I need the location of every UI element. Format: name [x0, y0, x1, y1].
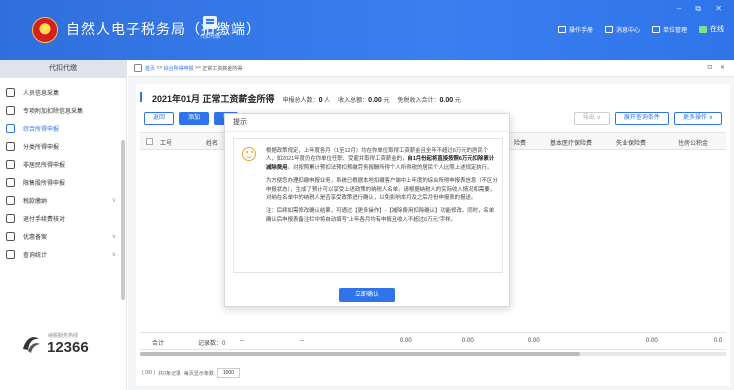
sidebar-item-comprehensive-income[interactable]: 综合所得申报: [0, 120, 124, 137]
sidebar-item-personnel[interactable]: 人员信息采集: [0, 84, 124, 101]
col-name[interactable]: 姓名: [206, 138, 218, 147]
select-all-checkbox[interactable]: [146, 138, 153, 145]
app-title: 自然人电子税务局（扣缴端）: [66, 21, 261, 37]
col-medical-insurance[interactable]: 基本医疗保险费: [550, 138, 592, 147]
more-actions-button[interactable]: 更多操作 ∨: [673, 112, 722, 125]
bar-chart-icon: [6, 178, 15, 187]
message-center-link[interactable]: 消息中心: [604, 25, 640, 34]
proxy-withholding-icon[interactable]: [203, 16, 217, 29]
totals-row: 合计 记录数：0 -- -- 0.00 0.00 0.00 0.00 0.0: [140, 332, 726, 350]
chevron-down-icon: ∨: [111, 198, 116, 204]
online-status: 在线: [699, 24, 724, 34]
tax-emblem-logo: ★: [32, 17, 58, 43]
title-row: 2021年01月 正常工资薪金所得 申报总人数：0 人 收入总额：0.00 元 …: [140, 92, 461, 105]
grid-icon: [6, 106, 15, 115]
toolbar-right: 导出 ∨ 展开查询条件 更多操作 ∨: [573, 112, 722, 125]
col-employee-id[interactable]: 工号: [160, 138, 172, 147]
col-unemployment-insurance[interactable]: 失业保险费: [616, 138, 646, 147]
proxy-withholding-label[interactable]: 代扣代缴: [200, 33, 220, 40]
sidebar-item-nonresident-income[interactable]: 非居民所得申报: [0, 156, 124, 173]
page-size-select[interactable]: 1000: [216, 368, 240, 378]
person-icon: [6, 88, 15, 97]
file-icon: [6, 232, 15, 241]
col-insurance[interactable]: 险费: [514, 138, 526, 147]
sidebar-item-refund-fee[interactable]: 退付手续费核对: [0, 210, 124, 227]
scrollbar-thumb[interactable]: [140, 352, 580, 356]
col-housing-fund[interactable]: 住房公积金: [678, 138, 708, 147]
title-accent: [140, 92, 142, 102]
clock-icon: [6, 142, 15, 151]
top-nav: 操作手册 消息中心 单位管理 在线: [557, 24, 724, 34]
exempt-total: 免税收入合计：0.00 元: [397, 97, 461, 104]
totals-label: 合计: [152, 341, 165, 347]
breadcrumb-current: 正常工资薪金所得: [202, 65, 243, 72]
expand-filter-button[interactable]: 展开查询条件: [614, 112, 669, 125]
dialog-body: 根据政策规定，上年度各月（1至12月）均在你单位取得工资薪金且全年不超过6万元的…: [233, 138, 503, 273]
add-button[interactable]: 添加: [179, 112, 210, 125]
document-icon: [6, 214, 15, 223]
horizontal-scrollbar[interactable]: [140, 352, 726, 356]
search-icon: [6, 250, 15, 259]
dialog-text: 根据政策规定，上年度各月（1至12月）均在你单位取得工资薪金且全年不超过6万元的…: [266, 148, 498, 223]
sidebar-item-tax-payment[interactable]: 税款缴纳 ∨: [0, 192, 124, 209]
income-total: 收入总额：0.00 元: [338, 97, 390, 104]
building-icon: [651, 25, 660, 33]
sidebar-item-classified-income[interactable]: 分类所得申报: [0, 138, 124, 155]
breadcrumb: 首页 >> 综合所得申报 >> 正常工资薪金所得 ⊡ ✕: [128, 60, 734, 77]
pager: ( 0/0 ) 共0条记录 每页显示条数 1000: [142, 368, 240, 378]
book-icon: [557, 25, 566, 33]
window-controls[interactable]: – ⧉ ✕: [677, 4, 728, 14]
sidebar-item-query-stats[interactable]: 查询统计 ∨: [0, 246, 124, 263]
hotline-caption: 纳税服务热线: [48, 333, 79, 339]
sidebar-item-special-deduction[interactable]: 专项附加扣除信息采集: [0, 102, 124, 119]
user-outline-icon: [6, 160, 15, 169]
layers-icon: [6, 124, 15, 133]
chevron-down-icon: ∨: [111, 252, 116, 258]
manual-link[interactable]: 操作手册: [557, 25, 593, 34]
sidebar-heading: 代扣代缴: [0, 60, 126, 78]
tab-controls[interactable]: ⊡ ✕: [707, 64, 728, 71]
sidebar-scrollbar[interactable]: [121, 140, 125, 300]
app-header: ★ 自然人电子税务局（扣缴端） 代扣代缴 – ⧉ ✕ 操作手册 消息中心 单位管…: [0, 0, 734, 60]
record-count: 记录数：0: [198, 341, 226, 347]
dialog-title: 提示: [225, 114, 509, 132]
breadcrumb-comprehensive[interactable]: 综合所得申报: [164, 65, 194, 72]
home-icon[interactable]: [134, 64, 142, 72]
unit-management-link[interactable]: 单位管理: [651, 25, 687, 34]
breadcrumb-home[interactable]: 首页: [145, 65, 155, 72]
online-icon: [699, 25, 707, 33]
mail-icon: [604, 25, 613, 33]
hotline-mark-icon: [23, 337, 40, 353]
notice-dialog: 提示 根据政策规定，上年度各月（1至12月）均在你单位取得工资薪金且全年不超过6…: [224, 113, 510, 307]
sidebar-item-preferential-filing[interactable]: 优惠备案 ∨: [0, 228, 124, 245]
chevron-down-icon: ∨: [111, 234, 116, 240]
sidebar-item-restricted-shares[interactable]: 限售股所得申报: [0, 174, 124, 191]
page-title: 2021年01月 正常工资薪金所得: [152, 94, 275, 104]
confirm-now-button[interactable]: 立即确认: [339, 288, 395, 302]
export-button[interactable]: 导出 ∨: [573, 112, 610, 125]
back-button[interactable]: 返回: [144, 112, 175, 125]
folder-icon: [6, 196, 15, 205]
smile-icon: [242, 147, 256, 161]
declared-count: 申报总人数：0 人: [282, 97, 331, 104]
hotline-number: 12366: [47, 339, 89, 356]
